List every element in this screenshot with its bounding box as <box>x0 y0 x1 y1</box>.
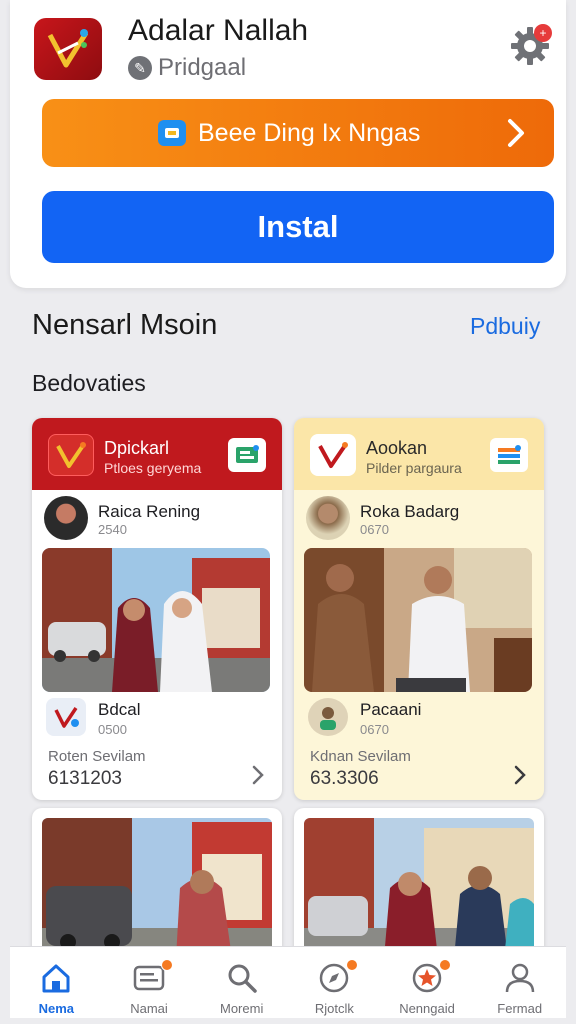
section-link[interactable]: Pdbuiy <box>470 313 540 340</box>
home-icon <box>42 964 70 993</box>
footer-value: 63.3306 <box>310 768 379 789</box>
tab-label: Moremi <box>220 1001 264 1016</box>
tab-label: Nema <box>38 1001 75 1016</box>
app-header-card: Adalar Nallah ✎ Pridgaal + Beee Ding Ix … <box>10 0 566 288</box>
card-photo <box>304 818 534 958</box>
tab-label: Namai <box>130 1001 168 1016</box>
card-photo <box>42 818 272 958</box>
settings-badge-icon: + <box>534 24 552 42</box>
item-count: 0670 <box>360 722 389 737</box>
item-icon <box>46 698 86 736</box>
author-count: 2540 <box>98 522 127 537</box>
card-header-subtitle: Pilder pargaura <box>366 460 462 476</box>
item-title: Pacaani <box>360 700 422 719</box>
install-button[interactable]: Instal <box>42 191 554 263</box>
bottom-tab-bar: Nema Namai Moremi Rjotclk Nenngaid Ferma… <box>10 946 566 1018</box>
app-logo-icon <box>34 18 102 80</box>
card-header: Dpickarl Ptloes geryema <box>32 418 282 490</box>
tab-home[interactable]: Nema <box>10 947 103 1018</box>
tab-search[interactable]: Moremi <box>195 947 288 1018</box>
profile-icon <box>505 963 534 993</box>
tab-label: Fermad <box>497 1001 543 1016</box>
tab-label: Rjotclk <box>314 1001 354 1016</box>
chevron-right-icon <box>508 119 524 147</box>
content-card[interactable] <box>32 808 282 958</box>
avatar <box>44 496 88 540</box>
tab-label: Nenngaid <box>399 1001 455 1016</box>
item-icon <box>308 698 348 736</box>
footer-label: Roten Sevilam <box>48 748 146 765</box>
card-photo <box>304 548 532 692</box>
chevron-right-icon[interactable] <box>248 762 268 788</box>
notification-badge-icon <box>346 959 359 971</box>
promo-icon <box>158 120 186 146</box>
tab-favorites[interactable]: Nenngaid <box>381 947 474 1018</box>
card-header-title: Dpickarl <box>104 438 170 458</box>
notification-badge-icon <box>160 959 173 971</box>
footer-value: 6131203 <box>48 768 122 789</box>
content-card[interactable]: Dpickarl Ptloes geryema Raica Rening 254… <box>32 418 282 800</box>
section-subtitle: Bedovaties <box>32 370 146 396</box>
avatar <box>306 496 350 540</box>
card-action-icon[interactable] <box>490 438 528 472</box>
card-header-title: Aookan <box>366 438 428 458</box>
promo-label: Beee Ding Ix Nngas <box>198 118 421 147</box>
tab-profile[interactable]: Fermad <box>473 947 566 1018</box>
search-icon <box>228 964 257 993</box>
developer-name[interactable]: Pridgaal <box>158 54 246 82</box>
notification-badge-icon <box>438 959 451 971</box>
tab-explore[interactable]: Rjotclk <box>288 947 381 1018</box>
content-card[interactable] <box>294 808 544 958</box>
item-title: Bdcal <box>98 700 141 719</box>
author-count: 0670 <box>360 522 389 537</box>
card-logo-icon <box>48 434 94 476</box>
footer-label: Kdnan Sevilam <box>310 748 411 765</box>
chevron-right-icon[interactable] <box>510 762 530 788</box>
card-action-icon[interactable] <box>228 438 266 472</box>
item-count: 0500 <box>98 722 127 737</box>
card-header: Aookan Pilder pargaura <box>294 418 544 490</box>
author-name: Roka Badarg <box>360 502 460 521</box>
section-title: Nensarl Msoin <box>32 309 218 341</box>
app-title: Adalar Nallah <box>128 14 309 47</box>
content-card[interactable]: Aookan Pilder pargaura Roka Badarg 0670 … <box>294 418 544 800</box>
card-logo-icon <box>310 434 356 476</box>
developer-icon: ✎ <box>128 56 152 80</box>
tab-news[interactable]: Namai <box>103 947 196 1018</box>
promo-banner-button[interactable]: Beee Ding Ix Nngas <box>42 99 554 167</box>
card-header-subtitle: Ptloes geryema <box>104 460 202 476</box>
card-photo <box>42 548 270 692</box>
author-name: Raica Rening <box>98 502 201 521</box>
